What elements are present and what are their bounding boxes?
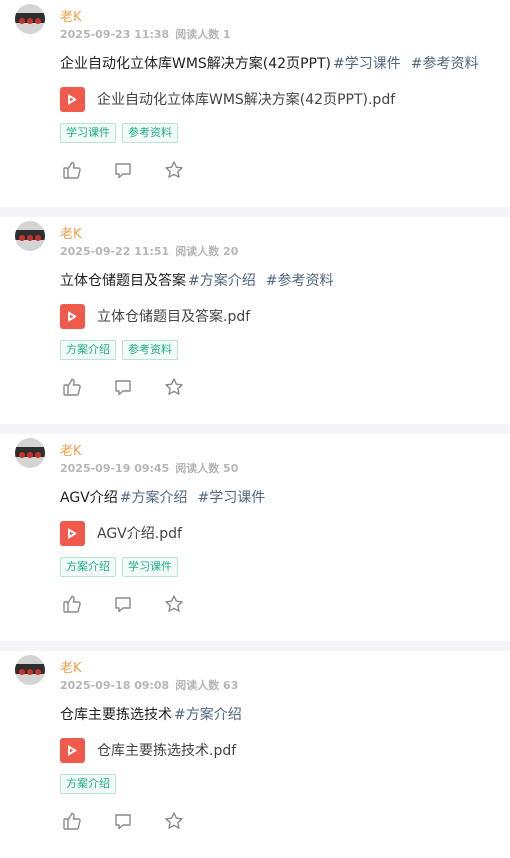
tag-chips: 方案介绍 参考资料 <box>60 340 184 360</box>
favorite-button[interactable] <box>164 160 184 180</box>
post-separator <box>0 207 510 217</box>
comment-button[interactable] <box>113 160 133 180</box>
post-actions <box>62 594 215 614</box>
post-title-text[interactable]: AGV介绍 <box>60 490 118 506</box>
favorite-button[interactable] <box>164 377 184 397</box>
post-meta: 2025-09-18 09:08 阅读人数 63 <box>60 677 238 693</box>
author-name[interactable]: 老K <box>60 6 82 25</box>
post-card[interactable]: 老K 2025-09-19 09:45 阅读人数 50 AGV介绍 #方案介绍 #学习… <box>0 434 510 641</box>
tag-chip[interactable]: 学习课件 <box>60 123 116 143</box>
comment-button[interactable] <box>113 811 133 831</box>
favorite-button[interactable] <box>164 594 184 614</box>
like-button[interactable] <box>62 594 82 614</box>
hashtag-link[interactable]: #方案介绍 <box>188 273 256 289</box>
star-icon <box>165 378 183 395</box>
read-count: 阅读人数 50 <box>175 462 239 475</box>
post-date: 2025-09-18 09:08 <box>60 679 170 692</box>
tag-chips: 方案介绍 学习课件 <box>60 557 184 577</box>
avatar[interactable] <box>15 221 45 251</box>
post-actions <box>62 160 215 180</box>
post-card[interactable]: 老K 2025-09-18 09:08 阅读人数 63 仓库主要拣选技术 #方案介绍… <box>0 651 510 858</box>
attachment[interactable]: 立体仓储题目及答案.pdf <box>60 303 250 329</box>
post-title-text[interactable]: 仓库主要拣选技术 <box>60 707 172 723</box>
avatar[interactable] <box>15 655 45 685</box>
read-count: 阅读人数 1 <box>175 28 231 41</box>
post-date: 2025-09-19 09:45 <box>60 462 170 475</box>
author-name[interactable]: 老K <box>60 440 82 459</box>
post-title[interactable]: AGV介绍 #方案介绍 #学习课件 <box>60 487 265 507</box>
tag-chip[interactable]: 参考资料 <box>122 123 178 143</box>
post-title[interactable]: 仓库主要拣选技术 #方案介绍 <box>60 704 242 724</box>
post-title-text[interactable]: 企业自动化立体库WMS解决方案(42页PPT) <box>60 56 331 72</box>
tag-chip[interactable]: 学习课件 <box>122 557 178 577</box>
pdf-icon <box>60 303 85 329</box>
post-card[interactable]: 老K 2025-09-23 11:38 阅读人数 1 企业自动化立体库WMS解决方… <box>0 0 510 207</box>
comment-button[interactable] <box>113 594 133 614</box>
thumbs-up-icon <box>63 161 81 179</box>
post-meta: 2025-09-22 11:51 阅读人数 20 <box>60 243 238 259</box>
post-actions <box>62 811 215 831</box>
post-feed: 老K 2025-09-23 11:38 阅读人数 1 企业自动化立体库WMS解决方… <box>0 0 510 858</box>
star-icon <box>165 812 183 829</box>
read-count: 阅读人数 63 <box>175 679 239 692</box>
post-date: 2025-09-22 11:51 <box>60 245 170 258</box>
pdf-icon <box>60 737 85 763</box>
post-actions <box>62 377 215 397</box>
pdf-icon <box>60 520 85 546</box>
comment-icon <box>115 163 131 179</box>
attachment-name[interactable]: 仓库主要拣选技术.pdf <box>97 740 236 760</box>
attachment[interactable]: AGV介绍.pdf <box>60 520 182 546</box>
attachment-name[interactable]: 立体仓储题目及答案.pdf <box>97 306 250 326</box>
comment-icon <box>115 597 131 613</box>
post-title[interactable]: 企业自动化立体库WMS解决方案(42页PPT) #学习课件 #参考资料 <box>60 53 478 73</box>
post-card[interactable]: 老K 2025-09-22 11:51 阅读人数 20 立体仓储题目及答案 #方案介… <box>0 217 510 424</box>
tag-chips: 学习课件 参考资料 <box>60 123 184 143</box>
hashtag-link[interactable]: #方案介绍 <box>174 707 242 723</box>
author-name[interactable]: 老K <box>60 223 82 242</box>
attachment-name[interactable]: AGV介绍.pdf <box>97 523 182 543</box>
favorite-button[interactable] <box>164 811 184 831</box>
hashtag-link[interactable]: #学习课件 <box>333 56 401 72</box>
post-meta: 2025-09-19 09:45 阅读人数 50 <box>60 460 238 476</box>
post-meta: 2025-09-23 11:38 阅读人数 1 <box>60 26 231 42</box>
star-icon <box>165 161 183 178</box>
thumbs-up-icon <box>63 812 81 830</box>
thumbs-up-icon <box>63 378 81 396</box>
comment-icon <box>115 814 131 830</box>
comment-icon <box>115 380 131 396</box>
like-button[interactable] <box>62 811 82 831</box>
tag-chip[interactable]: 参考资料 <box>122 340 178 360</box>
tag-chips: 方案介绍 <box>60 774 122 794</box>
comment-button[interactable] <box>113 377 133 397</box>
attachment[interactable]: 仓库主要拣选技术.pdf <box>60 737 236 763</box>
attachment-name[interactable]: 企业自动化立体库WMS解决方案(42页PPT).pdf <box>97 89 395 109</box>
post-title-text[interactable]: 立体仓储题目及答案 <box>60 273 186 289</box>
avatar[interactable] <box>15 4 45 34</box>
like-button[interactable] <box>62 377 82 397</box>
post-date: 2025-09-23 11:38 <box>60 28 170 41</box>
tag-chip[interactable]: 方案介绍 <box>60 340 116 360</box>
hashtag-link[interactable]: #学习课件 <box>198 490 266 506</box>
author-name[interactable]: 老K <box>60 657 82 676</box>
hashtag-link[interactable]: #参考资料 <box>266 273 334 289</box>
read-count: 阅读人数 20 <box>175 245 239 258</box>
tag-chip[interactable]: 方案介绍 <box>60 557 116 577</box>
post-title[interactable]: 立体仓储题目及答案 #方案介绍 #参考资料 <box>60 270 333 290</box>
post-separator <box>0 641 510 651</box>
thumbs-up-icon <box>63 595 81 613</box>
star-icon <box>165 595 183 612</box>
hashtag-link[interactable]: #参考资料 <box>411 56 479 72</box>
tag-chip[interactable]: 方案介绍 <box>60 774 116 794</box>
pdf-icon <box>60 86 85 112</box>
avatar[interactable] <box>15 438 45 468</box>
hashtag-link[interactable]: #方案介绍 <box>120 490 188 506</box>
attachment[interactable]: 企业自动化立体库WMS解决方案(42页PPT).pdf <box>60 86 395 112</box>
post-separator <box>0 424 510 434</box>
like-button[interactable] <box>62 160 82 180</box>
